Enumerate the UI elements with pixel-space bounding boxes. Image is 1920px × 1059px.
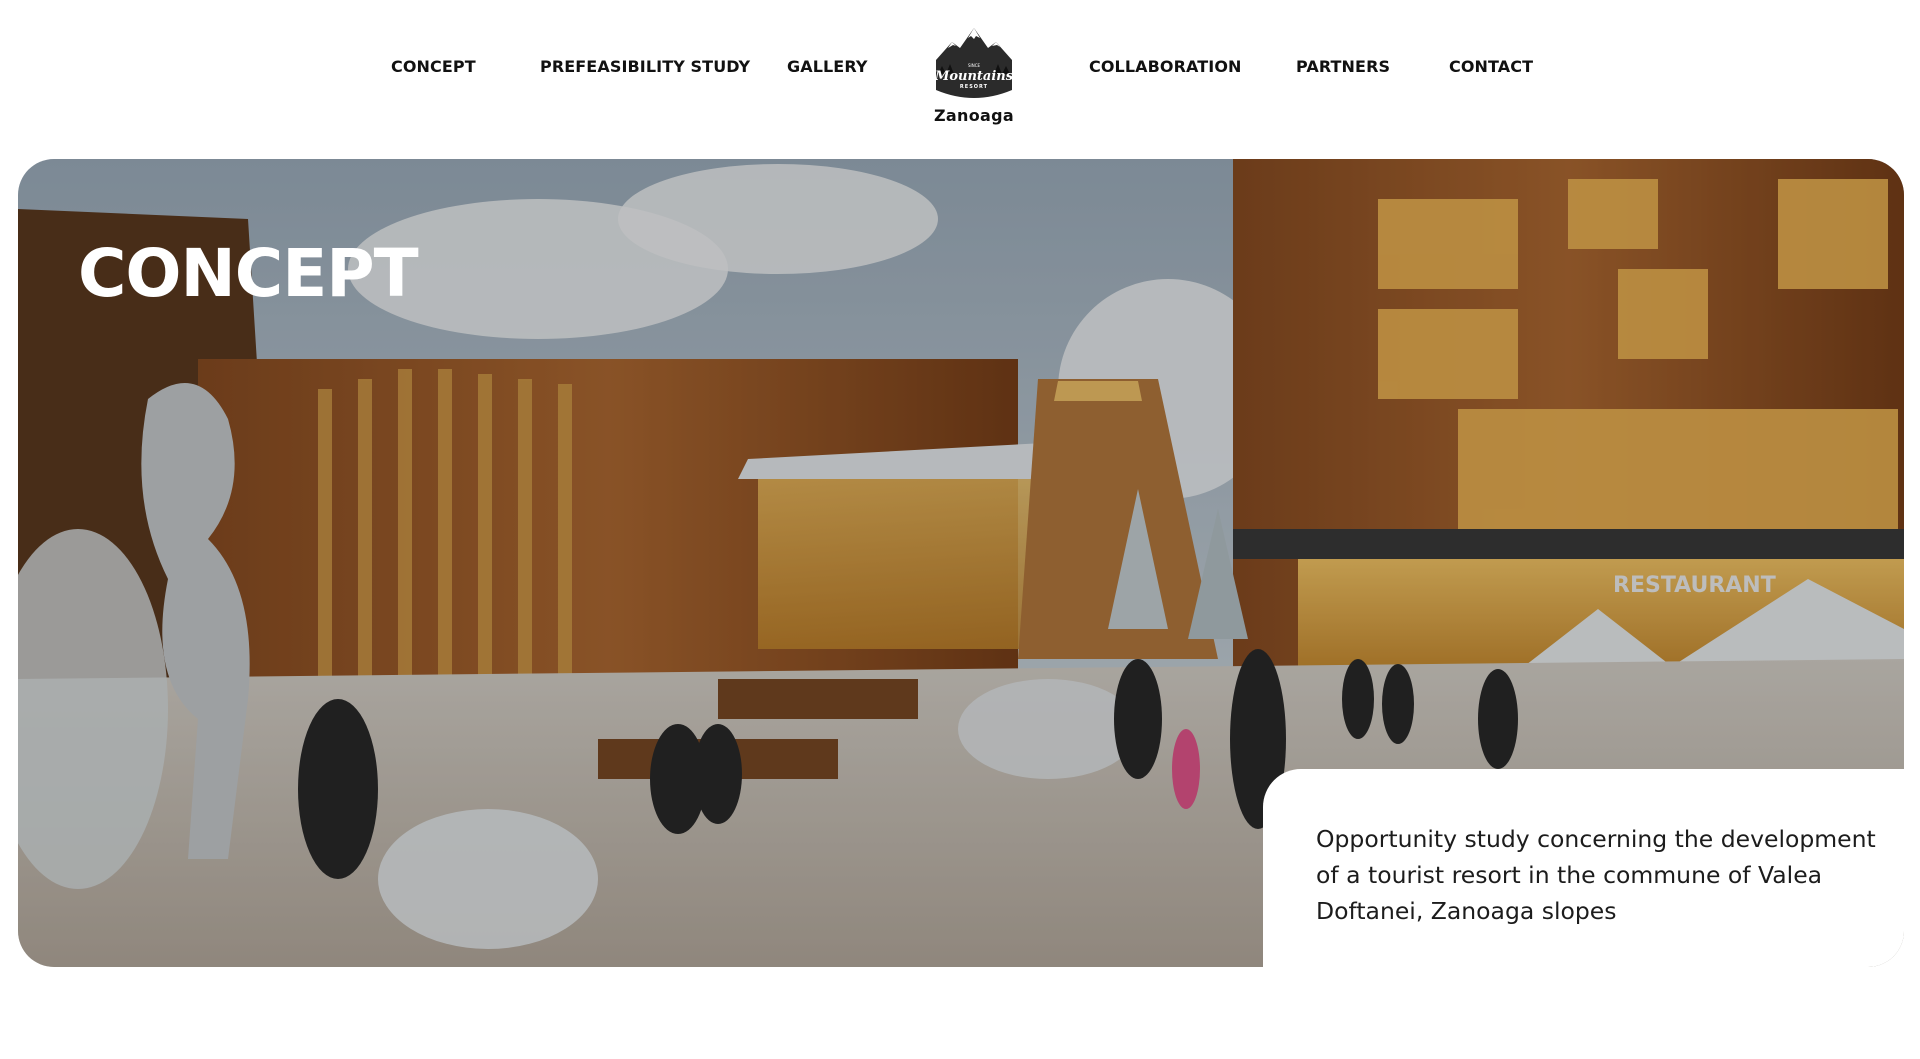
logo-subtitle: Zanoaga	[934, 106, 1014, 125]
nav-concept[interactable]: CONCEPT	[391, 57, 476, 76]
nav-contact[interactable]: CONTACT	[1449, 57, 1533, 76]
hero-section: RESTAURANT CONCEPT Opportunity study con…	[18, 159, 1904, 967]
hero-description: Opportunity study concerning the develop…	[1316, 825, 1876, 925]
logo-since: SINCE	[968, 63, 981, 68]
mountain-logo-icon: SINCE Mountains RESORT	[934, 28, 1014, 98]
top-navigation: CONCEPT PREFEASIBILITY STUDY GALLERY SIN…	[0, 0, 1920, 150]
nav-prefeasibility-study[interactable]: PREFEASIBILITY STUDY	[540, 57, 750, 76]
logo-resort: RESORT	[960, 84, 988, 90]
nav-gallery[interactable]: GALLERY	[787, 57, 868, 76]
nav-collaboration[interactable]: COLLABORATION	[1089, 57, 1242, 76]
logo-brand: Mountains	[934, 69, 1014, 84]
page-title: CONCEPT	[78, 235, 419, 312]
site-logo[interactable]: SINCE Mountains RESORT Zanoaga	[928, 26, 1020, 125]
description-card: Opportunity study concerning the develop…	[1263, 769, 1904, 967]
nav-partners[interactable]: PARTNERS	[1296, 57, 1390, 76]
